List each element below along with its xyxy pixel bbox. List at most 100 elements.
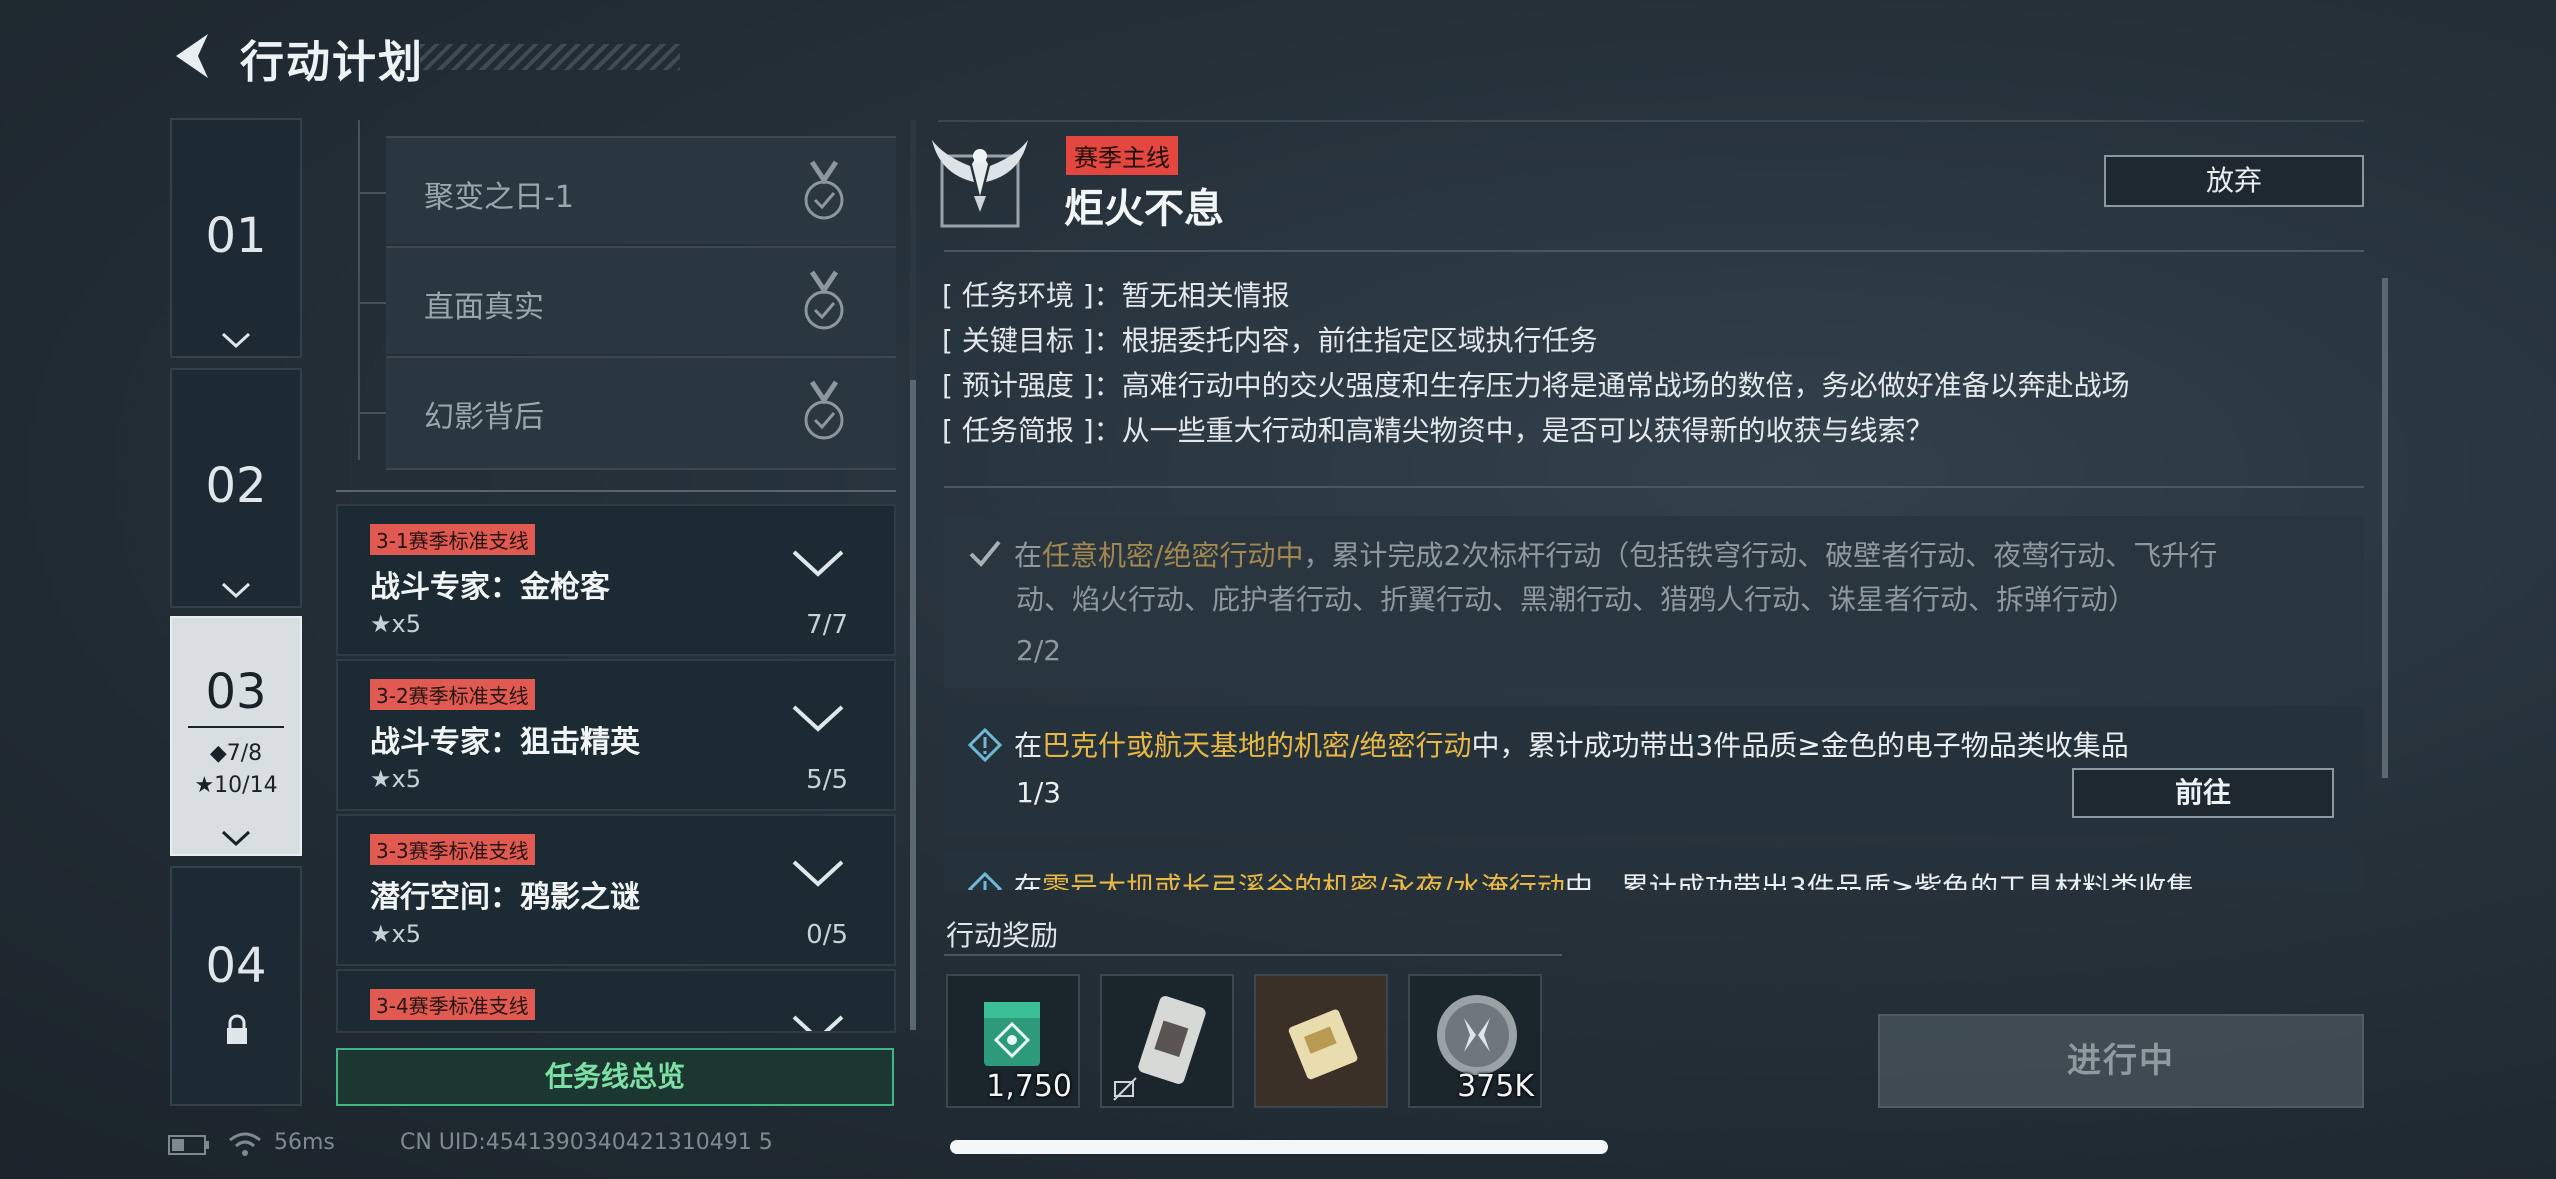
quest-name: 潜行空间：鸦影之谜 (370, 880, 640, 915)
chapter-number: 01 (205, 208, 267, 264)
branch-quest-item[interactable]: 3-3赛季标准支线 潜行空间：鸦影之谜 ★x5 0/5 (336, 814, 896, 966)
chevron-down-icon (221, 830, 251, 847)
quest-name: 战斗专家：金枪客 (370, 570, 610, 605)
chapter-tab-03[interactable]: 03 ◆7/8 ★10/14 (170, 616, 302, 856)
tree-branch (358, 192, 388, 194)
chapter-number: 02 (205, 458, 267, 514)
document-card-icon (1138, 996, 1206, 1084)
info-value: 从一些重大行动和高精尖物资中，是否可以获得新的收获与线索？ (1121, 414, 1934, 447)
task-text: 在 (1014, 539, 1043, 572)
task-highlight: 巴克什或航天基地的机密/绝密行动 (1042, 729, 1472, 762)
chapter-tab-04[interactable]: 04 (170, 866, 302, 1106)
chevron-down-icon[interactable] (790, 701, 846, 735)
go-to-button[interactable]: 前往 (2072, 768, 2334, 818)
quest-label: 直面真实 (424, 290, 544, 325)
detail-scrollbar[interactable] (2382, 278, 2388, 778)
info-row-briefing: [ 任务简报 ]：从一些重大行动和高精尖物资中，是否可以获得新的收获与线索？ (942, 414, 1934, 447)
quest-overview-button[interactable]: 任务线总览 (336, 1048, 894, 1106)
quest-stars: ★x5 (370, 920, 421, 948)
user-uid: CN UID:4541390340421310491 5 (400, 1130, 773, 1155)
task-item-completed: 在任意机密/绝密行动中，累计完成2次标杆行动（包括铁穹行动、破壁者行动、夜莺行动… (944, 516, 2364, 688)
header-divider (944, 250, 2364, 252)
medal-check-icon (804, 160, 844, 220)
ping-readout: 56ms (274, 1130, 335, 1155)
completed-quest-item[interactable]: 幻影背后 (386, 356, 896, 470)
abandon-button[interactable]: 放弃 (2104, 155, 2364, 207)
reward-count: 375K (1457, 1069, 1534, 1104)
quest-tag: 3-1赛季标准支线 (370, 524, 535, 555)
task-item-partial: 在零号大坝或长弓溪谷的机密/永夜/水淹行动中，累计成功带出3件品质≥紫色的工具材… (944, 850, 2364, 890)
green-card-icon (984, 1002, 1040, 1066)
task-text: 在 (1014, 871, 1043, 890)
in-progress-button[interactable]: 进行中 (1878, 1014, 2364, 1108)
chapter-divider (188, 726, 284, 728)
home-indicator[interactable] (950, 1140, 1608, 1154)
info-key: [ 任务环境 ] (942, 279, 1094, 312)
quest-label: 幻影背后 (424, 400, 544, 435)
quest-tag: 3-3赛季标准支线 (370, 834, 535, 865)
quest-progress: 5/5 (806, 765, 848, 795)
quest-stars: ★x5 (370, 765, 421, 793)
lock-icon (227, 1014, 247, 1044)
parchment-icon (1288, 1009, 1358, 1080)
untradeable-icon (1113, 1077, 1137, 1101)
chevron-down-icon[interactable] (790, 1011, 846, 1033)
completed-quest-item[interactable]: 聚变之日-1 (386, 136, 896, 244)
reward-item[interactable] (1254, 974, 1388, 1108)
battery-icon (168, 1135, 209, 1155)
reward-divider (944, 954, 1562, 956)
quest-name: 战斗专家：狙击精英 (370, 725, 640, 760)
chapter-star-count: ★10/14 (194, 773, 278, 798)
info-value: 根据委托内容，前往指定区域执行任务 (1121, 324, 1598, 357)
quest-progress: 7/7 (806, 610, 848, 640)
season-main-tag: 赛季主线 (1066, 136, 1178, 175)
reward-count: 1,750 (986, 1069, 1072, 1104)
chapter-diamond-count: ◆7/8 (209, 741, 263, 766)
completed-quest-item[interactable]: 直面真实 (386, 246, 896, 354)
info-value: 暂无相关情报 (1121, 279, 1290, 312)
silver-coin-icon (1437, 995, 1517, 1075)
scrollbar-thumb[interactable] (910, 380, 916, 1030)
info-row-intensity: [ 预计强度 ]：高难行动中的交火强度和生存压力将是通常战场的数倍，务必做好准备… (942, 369, 2130, 402)
eagle-emblem-icon (932, 140, 1028, 228)
chapter-tab-02[interactable]: 02 (170, 368, 302, 608)
info-divider (944, 486, 2364, 488)
back-arrow-icon[interactable] (168, 28, 218, 84)
checkmark-icon (969, 540, 1001, 567)
reward-section-label: 行动奖励 (946, 919, 1059, 952)
info-value: 高难行动中的交火强度和生存压力将是通常战场的数倍，务必做好准备以奔赴战场 (1121, 369, 2130, 402)
branch-quest-item[interactable]: 3-4赛季标准支线 (336, 969, 896, 1033)
branch-quest-item[interactable]: 3-1赛季标准支线 战斗专家：金枪客 ★x5 7/7 (336, 504, 896, 656)
title-decoration (420, 44, 680, 70)
tree-branch (358, 302, 388, 304)
reward-item[interactable] (1100, 974, 1234, 1108)
mission-title: 炬火不息 (1064, 186, 1224, 232)
chevron-down-icon[interactable] (790, 856, 846, 890)
diamond-info-icon (968, 872, 1002, 890)
page-title: 行动计划 (240, 37, 424, 88)
task-text: 中，累计成功带出3件品质≥金色的电子物品类收集品 (1471, 729, 2129, 762)
task-text: ，累计完成2次标杆行动（包括铁穹行动、破壁者行动、夜莺行动、飞升行 (1303, 539, 2218, 572)
task-highlight: 零号大坝或长弓溪谷的机密/永夜/水淹行动 (1042, 871, 1565, 890)
task-progress: 1/3 (1016, 776, 1062, 809)
quest-progress: 0/5 (806, 920, 848, 950)
chapter-number: 03 (205, 664, 267, 720)
info-key: [ 预计强度 ] (942, 369, 1094, 402)
info-row-objective: [ 关键目标 ]：根据委托内容，前往指定区域执行任务 (942, 324, 1598, 357)
branch-quest-item[interactable]: 3-2赛季标准支线 战斗专家：狙击精英 ★x5 5/5 (336, 659, 896, 811)
reward-item[interactable]: 375K (1408, 974, 1542, 1108)
task-progress: 2/2 (1016, 634, 1062, 667)
panel-top-line (938, 120, 2364, 122)
medal-check-icon (804, 270, 844, 330)
chapter-number: 04 (205, 938, 267, 994)
tree-connector (358, 120, 360, 460)
quest-label: 聚变之日-1 (424, 180, 574, 215)
diamond-info-icon (968, 728, 1002, 762)
reward-item[interactable]: 1,750 (946, 974, 1080, 1108)
quest-tag: 3-4赛季标准支线 (370, 989, 535, 1020)
chevron-down-icon[interactable] (790, 546, 846, 580)
chapter-tab-01[interactable]: 01 (170, 118, 302, 358)
task-text: 中，累计成功带出3件品质≥紫色的工具材料类收集 (1564, 871, 2195, 890)
info-row-environment: [ 任务环境 ]：暂无相关情报 (942, 279, 1290, 312)
task-highlight: 任意机密/绝密行动中 (1042, 539, 1304, 572)
